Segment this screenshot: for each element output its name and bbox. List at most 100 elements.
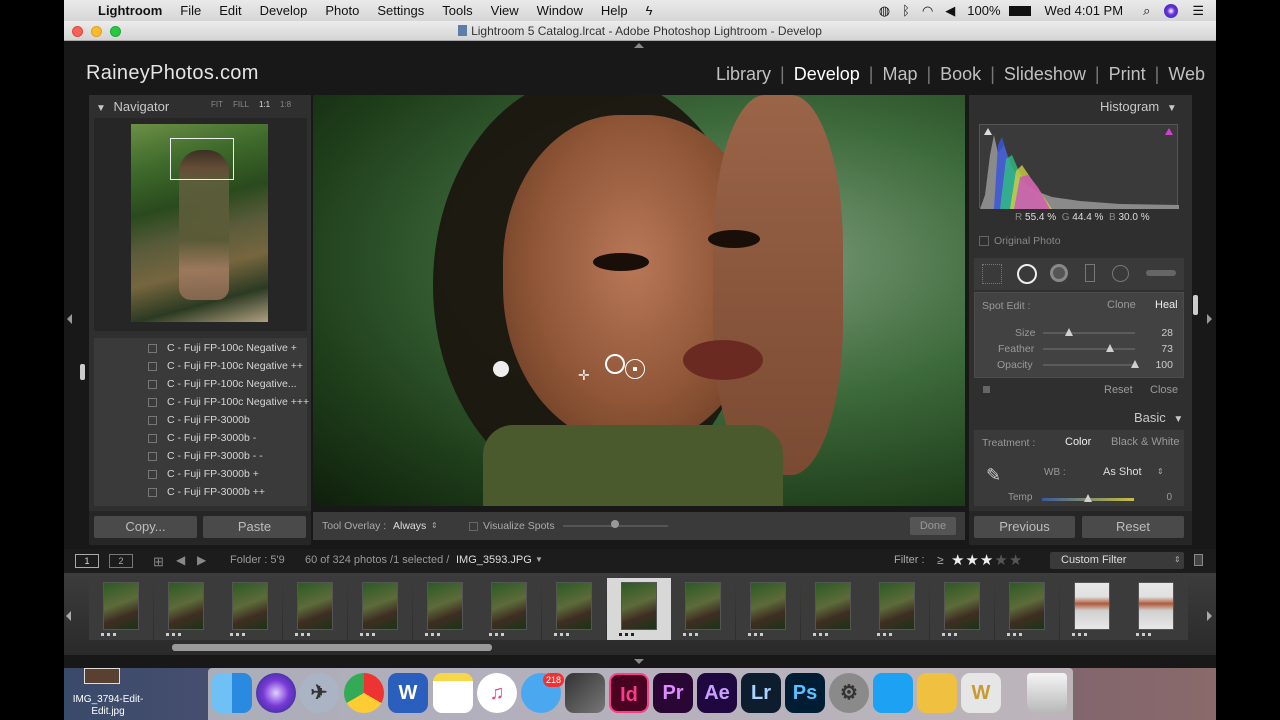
- minimize-window-icon[interactable]: [91, 26, 102, 37]
- dock-photoshop-icon[interactable]: Ps: [785, 673, 825, 713]
- star-icon[interactable]: ★: [951, 552, 965, 569]
- close-window-icon[interactable]: [72, 26, 83, 37]
- size-slider-knob[interactable]: [1064, 328, 1073, 336]
- dock-lightroom-icon[interactable]: Lr: [741, 673, 781, 713]
- spot-reset-button[interactable]: Reset: [1104, 384, 1133, 396]
- menu-tools[interactable]: Tools: [433, 3, 481, 18]
- navigator-header[interactable]: ▼ Navigator FIT FILL 1:1 1:8: [96, 99, 308, 115]
- filmstrip-thumbnail[interactable]: [814, 582, 851, 630]
- custom-filter-dropdown-icon[interactable]: ⇕: [1174, 555, 1181, 564]
- dock-premiere-icon[interactable]: Pr: [653, 673, 693, 713]
- script-menu-icon[interactable]: ϟ: [637, 3, 662, 18]
- filmstrip-thumbnail[interactable]: [297, 582, 334, 630]
- spot-removal-tool-icon[interactable]: [1017, 264, 1037, 284]
- crop-tool-icon[interactable]: [982, 264, 1002, 284]
- module-web[interactable]: Web: [1161, 64, 1212, 85]
- basic-header[interactable]: Basic ▼: [1134, 410, 1183, 425]
- sync-icon[interactable]: ◍: [873, 3, 896, 19]
- zoom-window-icon[interactable]: [110, 26, 121, 37]
- module-slideshow[interactable]: Slideshow: [997, 64, 1093, 85]
- clone-mode-button[interactable]: Clone: [1107, 299, 1136, 311]
- menu-settings[interactable]: Settings: [368, 3, 433, 18]
- filmstrip-thumbnail[interactable]: [944, 582, 981, 630]
- volume-icon[interactable]: ◀: [939, 3, 961, 19]
- menu-window[interactable]: Window: [528, 3, 592, 18]
- filter-lock-icon[interactable]: [1194, 554, 1203, 566]
- opacity-slider-knob[interactable]: [1131, 360, 1139, 368]
- preset-item[interactable]: C - Fuji FP-3000b ++: [94, 483, 307, 501]
- menu-app[interactable]: Lightroom: [89, 3, 171, 18]
- preset-item[interactable]: C - Fuji FP-3000b -: [94, 429, 307, 447]
- module-develop[interactable]: Develop: [787, 64, 867, 85]
- heal-mode-button[interactable]: Heal: [1155, 299, 1178, 311]
- spotlight-icon[interactable]: ⌕: [1129, 3, 1156, 19]
- filmstrip-scrollbar[interactable]: [172, 644, 492, 651]
- feather-slider-track[interactable]: [1043, 348, 1135, 350]
- filmstrip-right-arrow-icon[interactable]: [1207, 611, 1212, 621]
- filmstrip-thumbnail[interactable]: [1073, 582, 1110, 630]
- preset-item[interactable]: C - Fuji FP-100c Negative ++: [94, 357, 307, 375]
- reset-button[interactable]: Reset: [1082, 516, 1184, 538]
- menu-edit[interactable]: Edit: [210, 3, 250, 18]
- filmstrip-thumbnail[interactable]: [232, 582, 269, 630]
- filmstrip-thumbnail[interactable]: [750, 582, 786, 630]
- filmstrip-thumbnail[interactable]: [879, 582, 916, 630]
- opacity-value[interactable]: 100: [1155, 357, 1173, 373]
- secondary-window-button[interactable]: 2: [109, 554, 133, 568]
- red-eye-tool-icon[interactable]: [1050, 264, 1068, 282]
- rating-filter[interactable]: ★★★★★: [951, 551, 1023, 569]
- copy-button[interactable]: Copy...: [94, 516, 197, 538]
- dock-transmit-icon[interactable]: [917, 673, 957, 713]
- navigator-thumbnail[interactable]: [131, 124, 268, 322]
- feather-value[interactable]: 73: [1161, 341, 1173, 357]
- filmstrip-thumbnail[interactable]: [167, 582, 204, 630]
- battery-icon[interactable]: [1008, 5, 1031, 16]
- adjustment-brush-icon[interactable]: [1146, 270, 1176, 276]
- radial-filter-icon[interactable]: [1112, 265, 1129, 282]
- top-panel-arrow-icon[interactable]: [634, 43, 644, 48]
- filmstrip-thumbnail[interactable]: [685, 582, 722, 630]
- left-panel-toggle-icon[interactable]: [67, 314, 72, 324]
- dock-app-w-icon[interactable]: W: [961, 673, 1001, 713]
- zoom-1-1[interactable]: 1:1: [259, 100, 270, 109]
- histogram-graph[interactable]: [979, 124, 1179, 209]
- siri-icon[interactable]: [1164, 3, 1179, 18]
- star-icon[interactable]: ★: [980, 552, 994, 569]
- tool-overlay-select[interactable]: Always: [393, 520, 426, 532]
- spot-close-button[interactable]: Close: [1150, 384, 1178, 396]
- shadow-clipping-icon[interactable]: [984, 128, 992, 135]
- filmstrip-thumbnail[interactable]: [491, 582, 528, 630]
- module-print[interactable]: Print: [1102, 64, 1153, 85]
- folder-source[interactable]: Folder : 5'9: [230, 554, 285, 566]
- menu-develop[interactable]: Develop: [251, 3, 317, 18]
- dock-siri-icon[interactable]: [256, 673, 296, 713]
- star-icon[interactable]: ★: [994, 552, 1008, 569]
- wb-dropdown-icon[interactable]: ⇕: [1157, 467, 1164, 476]
- feather-slider-knob[interactable]: [1106, 344, 1115, 352]
- treatment-color-button[interactable]: Color: [1065, 436, 1091, 448]
- zoom-fit[interactable]: FIT: [211, 100, 223, 109]
- filename-dropdown-icon[interactable]: ▼: [535, 555, 543, 564]
- temp-value[interactable]: 0: [1166, 492, 1172, 503]
- filmstrip-thumbnail[interactable]: [361, 582, 398, 630]
- dock-word-icon[interactable]: W: [388, 673, 428, 713]
- main-photo[interactable]: ✛: [313, 95, 965, 506]
- selected-filename[interactable]: IMG_3593.JPG: [456, 554, 532, 566]
- primary-window-button[interactable]: 1: [75, 554, 99, 568]
- wifi-icon[interactable]: ◠: [916, 3, 939, 19]
- module-book[interactable]: Book: [933, 64, 988, 85]
- right-scrollbar[interactable]: [1193, 295, 1198, 315]
- highlight-clipping-icon[interactable]: [1165, 128, 1173, 135]
- filmstrip-left-arrow-icon[interactable]: [66, 611, 71, 621]
- previous-button[interactable]: Previous: [974, 516, 1075, 538]
- graduated-filter-icon[interactable]: [1085, 264, 1095, 282]
- preset-item[interactable]: C - Fuji FP-3000b: [94, 411, 307, 429]
- dock-chrome-icon[interactable]: [344, 673, 384, 713]
- left-scrollbar[interactable]: [80, 364, 85, 380]
- back-arrow-icon[interactable]: ◀: [176, 553, 185, 567]
- star-icon[interactable]: ★: [1009, 552, 1023, 569]
- bottom-panel-arrow-icon[interactable]: [634, 659, 644, 664]
- dock-itunes-icon[interactable]: ♫: [477, 673, 517, 713]
- wb-eyedropper-icon[interactable]: ✎: [986, 464, 1008, 486]
- dock-indesign-icon[interactable]: Id: [609, 673, 649, 713]
